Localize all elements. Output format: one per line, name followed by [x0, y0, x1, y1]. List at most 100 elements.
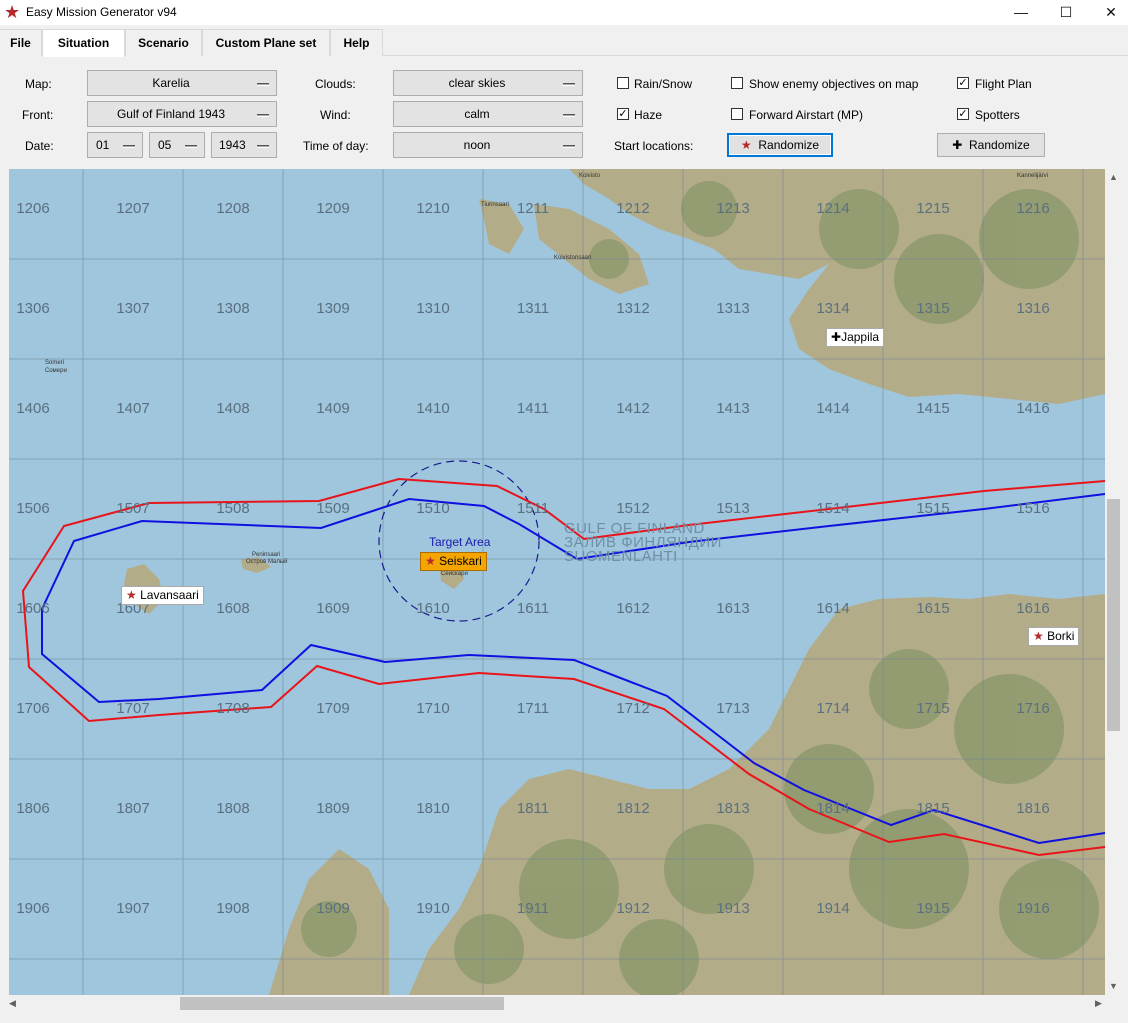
- tab-scenario[interactable]: Scenario: [125, 29, 202, 56]
- grid-cell-label: 1314: [816, 300, 850, 317]
- dropdown-icon: [563, 145, 575, 148]
- show-enemy-checkbox[interactable]: [731, 77, 743, 89]
- grid-cell-label: 1609: [316, 600, 350, 617]
- dropdown-icon: [257, 114, 269, 117]
- grid-cell-label: 1715: [916, 700, 950, 717]
- airfield-lavansaari[interactable]: ★ Lavansaari: [121, 586, 204, 605]
- start-locations-label: Start locations:: [614, 139, 694, 153]
- town-label: Someri: [45, 360, 65, 366]
- tab-custom-plane-set[interactable]: Custom Plane set: [202, 29, 330, 56]
- vertical-scrollbar[interactable]: ▲ ▼: [1105, 169, 1122, 995]
- clouds-select[interactable]: clear skies: [393, 70, 583, 96]
- window-title: Easy Mission Generator v94: [26, 5, 177, 19]
- grid-cell-label: 1514: [816, 500, 850, 517]
- haze-label: Haze: [634, 108, 663, 122]
- dropdown-icon: [123, 145, 135, 148]
- grid-cell-label: 1410: [416, 400, 450, 417]
- grid-cell-label: 1714: [816, 700, 850, 717]
- horizontal-scroll-thumb[interactable]: [180, 997, 504, 1010]
- date-year-value: 1943: [219, 138, 246, 152]
- scroll-up-icon[interactable]: ▲: [1105, 169, 1122, 186]
- close-button[interactable]: ✕: [1088, 0, 1128, 25]
- time-of-day-select[interactable]: noon: [393, 132, 583, 158]
- target-marker[interactable]: ★ Seiskari: [420, 552, 487, 571]
- tab-file[interactable]: File: [0, 29, 42, 56]
- map-canvas: [9, 169, 1105, 995]
- grid-cell-label: 1908: [216, 900, 250, 917]
- grid-cell-label: 1809: [316, 800, 350, 817]
- tab-situation[interactable]: Situation: [42, 29, 125, 57]
- horizontal-scrollbar[interactable]: ◀ ▶: [0, 995, 1122, 1012]
- flight-plan-checkbox[interactable]: ✓: [957, 77, 969, 89]
- spotters-checkbox[interactable]: ✓: [957, 108, 969, 120]
- grid-cell-label: 1707: [116, 700, 150, 717]
- scroll-left-icon[interactable]: ◀: [4, 995, 21, 1012]
- date-month-select[interactable]: 05: [149, 132, 205, 158]
- forward-airstart-checkbox[interactable]: [731, 108, 743, 120]
- town-label: Tiurinsaari: [481, 202, 509, 208]
- airfield-jappila[interactable]: ✚Jappila: [826, 328, 885, 347]
- clouds-label: Clouds:: [315, 77, 356, 91]
- grid-cell-label: 1811: [516, 800, 550, 817]
- check-icon: ✓: [618, 108, 628, 120]
- star-icon: ★: [425, 554, 436, 568]
- grid-cell-label: 1513: [716, 500, 750, 517]
- vertical-scroll-thumb[interactable]: [1107, 499, 1120, 731]
- grid-cell-label: 1816: [1016, 800, 1050, 817]
- grid-cell-label: 1916: [1016, 900, 1050, 917]
- grid-cell-label: 1810: [416, 800, 450, 817]
- minimize-button[interactable]: —: [998, 0, 1044, 25]
- grid-cell-label: 1708: [216, 700, 250, 717]
- date-year-select[interactable]: 1943: [211, 132, 277, 158]
- map-select[interactable]: Karelia: [87, 70, 277, 96]
- tab-bar: File Situation Scenario Custom Plane set…: [0, 29, 1128, 57]
- airfield-borki[interactable]: ★ Borki: [1028, 627, 1080, 646]
- wind-select[interactable]: calm: [393, 101, 583, 127]
- grid-cell-label: 1913: [716, 900, 750, 917]
- grid-cell-label: 1212: [616, 200, 650, 217]
- wind-label: Wind:: [320, 108, 351, 122]
- grid-cell-label: 1710: [416, 700, 450, 717]
- haze-checkbox[interactable]: ✓: [617, 108, 629, 120]
- target-name: Seiskari: [439, 554, 482, 568]
- tab-help[interactable]: Help: [330, 29, 383, 56]
- map-view[interactable]: 1206 1207 1208 1209 1210 1211 1212 1213 1214 1215…: [9, 169, 1105, 995]
- map-select-value: Karelia: [152, 76, 190, 90]
- grid-cell-label: 1812: [616, 800, 650, 817]
- randomize-start-label: Randomize: [758, 138, 820, 152]
- grid-cell-label: 1614: [816, 600, 850, 617]
- forward-airstart-label: Forward Airstart (MP): [749, 108, 864, 122]
- randomize-button[interactable]: ✚ Randomize: [937, 133, 1045, 157]
- grid-cell-label: 1208: [216, 200, 250, 217]
- randomize-start-button[interactable]: ★ Randomize: [727, 133, 833, 157]
- scroll-down-icon[interactable]: ▼: [1105, 978, 1122, 995]
- rain-checkbox[interactable]: [617, 77, 629, 89]
- grid-cell-label: 1315: [916, 300, 950, 317]
- maximize-button[interactable]: ☐: [1043, 0, 1089, 25]
- grid-cell-label: 1215: [916, 200, 950, 217]
- title-bar: ★ Easy Mission Generator v94 — ☐ ✕: [0, 0, 1128, 25]
- clouds-select-value: clear skies: [448, 76, 506, 90]
- star-icon: ★: [740, 138, 752, 152]
- town-label: Koivisto: [579, 173, 601, 179]
- grid-cell-label: 1615: [916, 600, 950, 617]
- airfield-name: Jappila: [841, 330, 880, 344]
- grid-cell-label: 1709: [316, 700, 350, 717]
- grid-cell-label: 1415: [916, 400, 950, 417]
- koivisto-island: [534, 204, 649, 294]
- grid-cell-label: 1911: [516, 900, 550, 917]
- cross-icon: ✚: [831, 330, 842, 344]
- grid-cell-label: 1210: [416, 200, 450, 217]
- front-select[interactable]: Gulf of Finland 1943: [87, 101, 277, 127]
- date-month-value: 05: [158, 138, 172, 152]
- grid-cell-label: 1308: [216, 300, 250, 317]
- grid-cell-label: 1214: [816, 200, 850, 217]
- grid-cell-label: 1406: [16, 400, 50, 417]
- dropdown-icon: [257, 83, 269, 86]
- grid-cell-label: 1907: [116, 900, 150, 917]
- scroll-right-icon[interactable]: ▶: [1090, 995, 1107, 1012]
- town-label: Peninsaari: [252, 552, 281, 558]
- grid-cell-label: 1612: [616, 600, 650, 617]
- grid-cell-label: 1512: [616, 500, 650, 517]
- date-day-select[interactable]: 01: [87, 132, 143, 158]
